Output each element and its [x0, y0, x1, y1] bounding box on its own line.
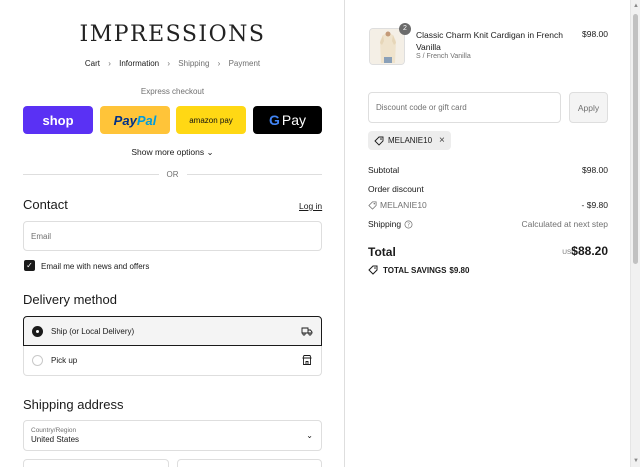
delivery-method-heading: Delivery method	[23, 292, 117, 307]
breadcrumb-information: Information	[119, 59, 160, 69]
or-divider: OR	[23, 169, 322, 179]
google-pay-label: Pay	[281, 112, 306, 128]
email-placeholder: Email	[31, 231, 52, 241]
tag-icon	[368, 200, 377, 210]
shop-pay-logo: shop	[42, 112, 74, 128]
delivery-option-ship[interactable]: Ship (or Local Delivery)	[23, 316, 322, 346]
discount-value: - $9.80	[581, 200, 608, 210]
svg-text:?: ?	[407, 222, 410, 228]
total-savings-value: $9.80	[449, 265, 470, 275]
subtotal-label: Subtotal	[368, 165, 400, 175]
or-label: OR	[166, 169, 179, 179]
breadcrumb: Cart › Information › Shipping › Payment	[0, 59, 344, 69]
chevron-right-icon: ›	[167, 59, 171, 69]
order-discount-label: Order discount	[368, 184, 424, 194]
discount-placeholder: Discount code or gift card	[376, 103, 467, 112]
country-select[interactable]: Country/Region United States ⌄	[23, 420, 322, 451]
chevron-down-icon: ⌄	[306, 431, 313, 440]
country-value: United States	[31, 435, 80, 444]
log-in-link[interactable]: Log in	[299, 201, 322, 211]
shipping-row: Shipping ?	[368, 219, 413, 229]
chevron-right-icon: ›	[217, 59, 221, 69]
newsletter-checkbox[interactable]: ✓	[24, 260, 35, 271]
help-icon[interactable]: ?	[404, 220, 413, 229]
shipping-label: Shipping	[368, 219, 402, 229]
truck-icon	[301, 327, 313, 336]
total-label: Total	[368, 245, 396, 259]
total-savings-label: TOTAL SAVINGS	[383, 265, 447, 275]
pickup-radio[interactable]	[32, 355, 43, 366]
shipping-address-heading: Shipping address	[23, 397, 124, 412]
newsletter-label: Email me with news and offers	[41, 262, 150, 271]
shop-pay-button[interactable]: shop	[23, 106, 93, 134]
paypal-logo-pay: Pay	[113, 112, 137, 128]
delivery-option-pickup[interactable]: Pick up	[23, 346, 322, 376]
amazon-pay-button[interactable]: amazon pay	[176, 106, 246, 134]
remove-discount-icon[interactable]: ×	[439, 135, 445, 146]
applied-discount-code: MELANIE10	[388, 136, 433, 145]
quantity-badge: 2	[399, 23, 411, 35]
discount-code-field[interactable]: Discount code or gift card	[368, 92, 561, 123]
product-price: $98.00	[582, 29, 608, 39]
chevron-down-icon: ⌄	[206, 147, 214, 157]
tag-icon	[368, 265, 378, 275]
cardigan-image	[370, 29, 404, 64]
product-thumbnail	[369, 28, 405, 65]
google-g-icon: G	[268, 112, 280, 128]
express-checkout-label: Express checkout	[140, 87, 205, 96]
subtotal-value: $98.00	[582, 165, 608, 175]
pickup-option-label: Pick up	[51, 356, 78, 365]
store-icon	[302, 355, 312, 365]
applied-discount-chip: MELANIE10 ×	[368, 131, 451, 150]
amazon-pay-logo: amazon pay	[189, 115, 233, 125]
show-more-label: Show more options	[131, 147, 205, 157]
country-label: Country/Region	[31, 427, 77, 434]
discount-code-row: MELANIE10	[368, 200, 427, 210]
divider-line	[186, 173, 322, 175]
chevron-right-icon: ›	[108, 59, 111, 69]
total-savings: TOTAL SAVINGS $9.80	[368, 265, 469, 275]
shipping-value: Calculated at next step	[521, 219, 608, 229]
ship-radio[interactable]	[32, 325, 43, 337]
store-logo[interactable]: IMPRESSIONS	[0, 22, 344, 47]
discount-code-label: MELANIE10	[380, 200, 427, 210]
divider-line	[23, 173, 159, 175]
breadcrumb-shipping: Shipping	[178, 59, 210, 69]
first-name-field[interactable]	[23, 459, 169, 467]
product-title: Classic Charm Knit Cardigan in French Va…	[416, 30, 563, 52]
scroll-down-icon[interactable]: ▼	[632, 457, 640, 465]
total-value: $88.20	[571, 244, 608, 258]
apply-discount-button[interactable]: Apply	[569, 92, 608, 123]
show-more-options-button[interactable]: Show more options ⌄	[0, 147, 344, 158]
checkout-main-panel: IMPRESSIONS Cart › Information › Shippin…	[0, 0, 345, 467]
scroll-thumb[interactable]	[633, 14, 638, 264]
paypal-button[interactable]: Pay Pal	[100, 106, 170, 134]
page-scrollbar[interactable]: ▲ ▼	[630, 0, 640, 467]
last-name-field[interactable]	[177, 459, 322, 467]
breadcrumb-payment: Payment	[228, 59, 261, 69]
product-variant: S / French Vanilla	[416, 53, 471, 60]
tag-icon	[374, 136, 384, 146]
ship-option-label: Ship (or Local Delivery)	[51, 326, 135, 336]
paypal-logo-pal: Pal	[136, 112, 157, 128]
order-summary-panel: 2 Classic Charm Knit Cardigan in French …	[346, 0, 630, 467]
email-field[interactable]: Email	[23, 221, 322, 251]
scroll-up-icon[interactable]: ▲	[632, 2, 640, 10]
breadcrumb-cart[interactable]: Cart	[85, 59, 100, 68]
contact-heading: Contact	[23, 197, 68, 212]
google-pay-button[interactable]: G Pay	[253, 106, 322, 134]
